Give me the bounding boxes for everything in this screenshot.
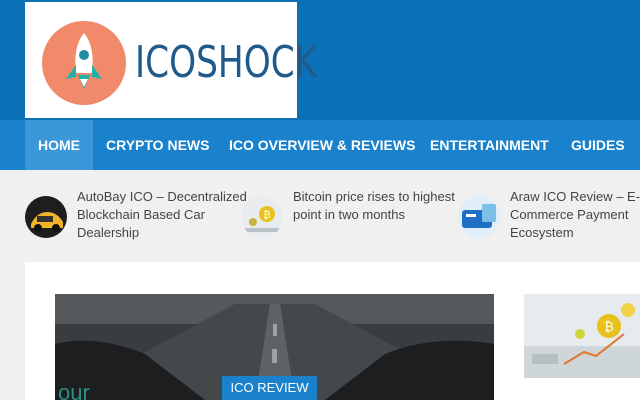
category-badge[interactable]: ICO REVIEW <box>222 376 317 400</box>
svg-text:₿: ₿ <box>604 319 614 334</box>
rocket-icon <box>42 21 126 105</box>
main-content: our ICO REVIEW ₿ <box>25 262 640 400</box>
nav-entertainment[interactable]: ENTERTAINMENT <box>430 120 549 170</box>
bitcoin-thumbnail-icon[interactable]: ₿ <box>241 196 283 238</box>
ticker-title[interactable]: Araw ICO Review – E-Commerce Payment Eco… <box>510 188 640 242</box>
news-ticker: AutoBay ICO – Decentralized Blockchain B… <box>0 170 640 262</box>
nav-ico-overview-reviews[interactable]: ICO OVERVIEW & REVIEWS <box>229 120 415 170</box>
nav-crypto-news[interactable]: CRYPTO NEWS <box>106 120 209 170</box>
logo-wordmark: ICOSHOCK <box>135 37 318 88</box>
svg-text:₿: ₿ <box>263 209 270 221</box>
side-post-thumbnail[interactable]: ₿ <box>524 294 640 378</box>
car-thumbnail-icon[interactable] <box>25 196 67 238</box>
feature-overlay-text: our <box>58 380 90 400</box>
nav-guides[interactable]: GUIDES <box>571 120 625 170</box>
site-logo[interactable]: ICOSHOCK <box>25 2 317 118</box>
ticker-title[interactable]: Bitcoin price rises to highest point in … <box>293 188 463 224</box>
main-nav: HOME CRYPTO NEWS ICO OVERVIEW & REVIEWS … <box>0 120 640 170</box>
nav-home[interactable]: HOME <box>25 120 93 170</box>
site-header: ICOSHOCK <box>0 0 640 120</box>
ticker-title[interactable]: AutoBay ICO – Decentralized Blockchain B… <box>77 188 247 242</box>
araw-card-thumbnail-icon[interactable] <box>458 196 500 238</box>
